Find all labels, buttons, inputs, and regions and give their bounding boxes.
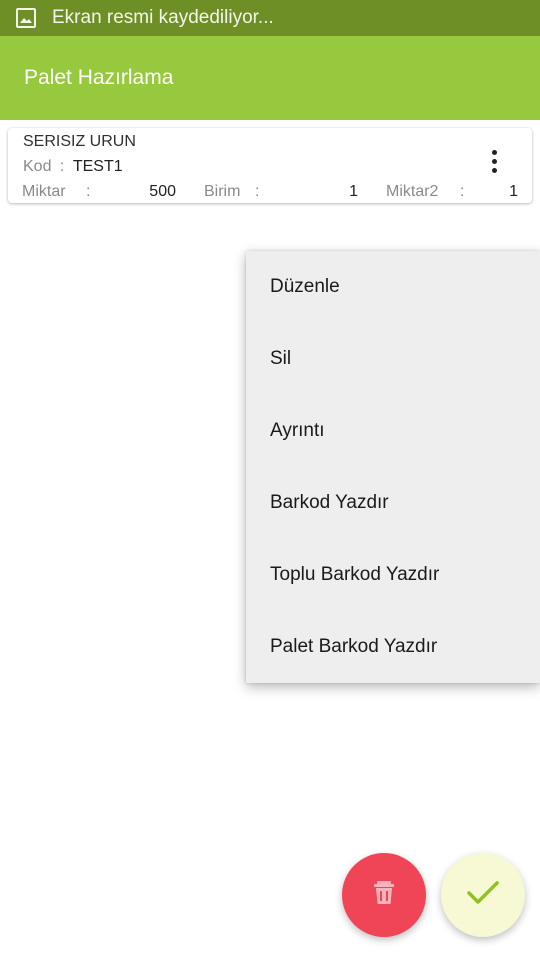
miktar-value: 500 <box>149 183 176 200</box>
miktar2-label: Miktar2 <box>386 183 439 200</box>
kod-separator: : <box>59 158 65 175</box>
menu-item-ayrinti[interactable]: Ayrıntı <box>246 395 540 467</box>
birim-separator: : <box>255 183 260 200</box>
app-bar: Palet Hazırlama <box>0 36 540 120</box>
screenshot-icon <box>16 8 36 28</box>
birim-label: Birim <box>204 183 241 200</box>
birim-value: 1 <box>349 183 358 200</box>
item-card[interactable]: SERISIZ URUN Kod : TEST1 Miktar : 500 Bi… <box>8 128 532 203</box>
miktar2-value: 1 <box>509 183 518 200</box>
miktar2-separator: : <box>460 183 465 200</box>
miktar-label: Miktar <box>22 183 66 200</box>
menu-item-palet-barkod-yazdir[interactable]: Palet Barkod Yazdır <box>246 611 540 683</box>
confirm-fab[interactable] <box>441 853 525 937</box>
menu-item-sil[interactable]: Sil <box>246 323 540 395</box>
item-title: SERISIZ URUN <box>23 133 136 150</box>
trash-icon <box>373 880 395 911</box>
kod-label: Kod <box>23 158 52 175</box>
kod-value: TEST1 <box>72 158 123 175</box>
menu-item-duzenle[interactable]: Düzenle <box>246 251 540 323</box>
status-text: Ekran resmi kaydediliyor... <box>52 7 274 28</box>
menu-item-toplu-barkod-yazdir[interactable]: Toplu Barkod Yazdır <box>246 539 540 611</box>
page-title: Palet Hazırlama <box>24 66 174 89</box>
item-kod: Kod : TEST1 <box>23 158 123 176</box>
more-vert-icon[interactable] <box>482 146 506 176</box>
delete-fab[interactable] <box>342 853 426 937</box>
checkmark-icon <box>466 880 500 911</box>
miktar-separator: : <box>86 183 91 200</box>
menu-item-barkod-yazdir[interactable]: Barkod Yazdır <box>246 467 540 539</box>
context-menu: Düzenle Sil Ayrıntı Barkod Yazdır Toplu … <box>246 251 540 683</box>
status-bar: Ekran resmi kaydediliyor... <box>0 0 540 36</box>
